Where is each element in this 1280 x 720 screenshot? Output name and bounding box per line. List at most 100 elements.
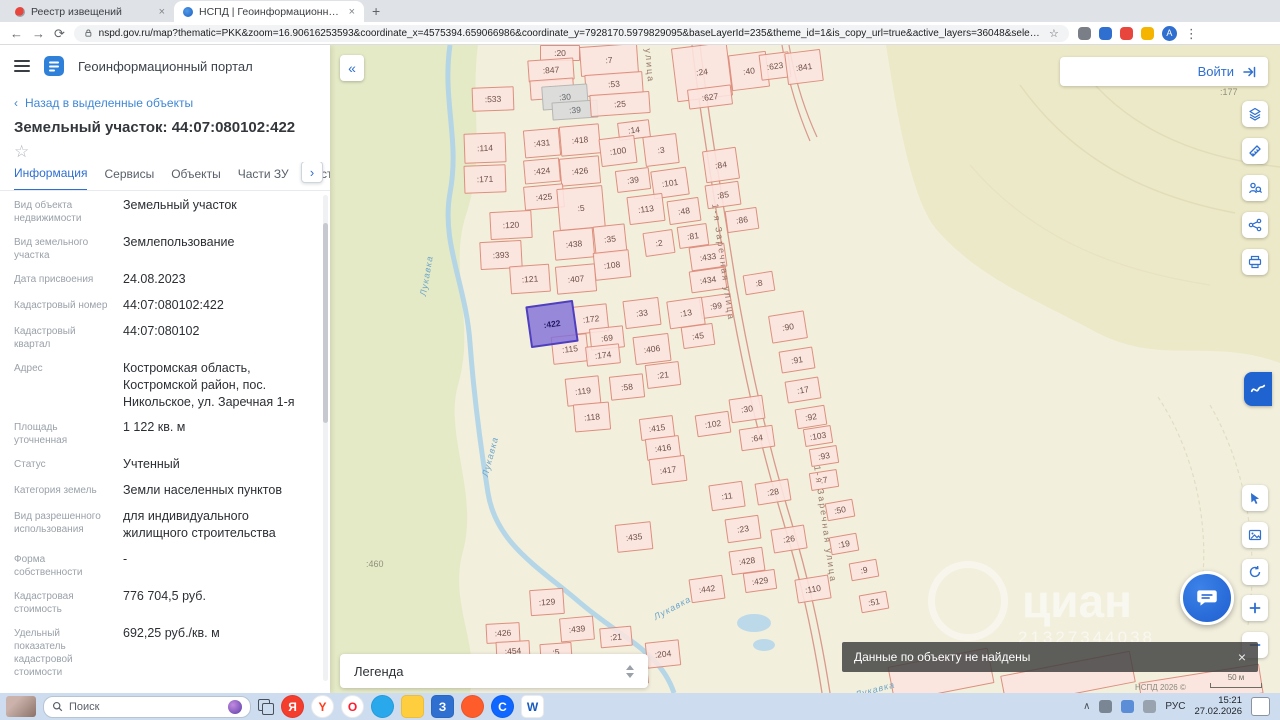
- folder-icon[interactable]: [401, 695, 424, 718]
- selected-parcel-422[interactable]: :422: [525, 299, 579, 349]
- tray-icon[interactable]: [1099, 700, 1113, 713]
- locate-button[interactable]: [1242, 485, 1268, 511]
- login-button[interactable]: Войти: [1060, 57, 1268, 86]
- share-button[interactable]: [1242, 212, 1268, 238]
- new-tab-button[interactable]: +: [372, 3, 380, 19]
- tab-close-icon[interactable]: ×: [349, 6, 355, 18]
- system-tray: ∧ РУС 15:21 27.02.2026: [1083, 694, 1274, 718]
- extension-icon[interactable]: [1119, 26, 1133, 40]
- tab-title: Реестр извещений: [31, 5, 122, 18]
- info-row-value: Земли населенных пунктов: [123, 483, 282, 498]
- url-text: nspd.gov.ru/map?thematic=PKK&zoom=16.906…: [98, 27, 1044, 39]
- info-row-label: Площадь уточненная: [14, 422, 68, 447]
- panel-collapse-button[interactable]: «: [340, 55, 364, 81]
- widgets-button[interactable]: [6, 696, 36, 717]
- taskbar-clock[interactable]: 15:21 27.02.2026: [1194, 694, 1242, 718]
- login-arrow-icon: [1243, 66, 1256, 77]
- favorite-star-icon[interactable]: ☆: [0, 138, 330, 162]
- tray-icon[interactable]: [1121, 700, 1135, 713]
- info-row-value: для индивидуального жилищного строительс…: [123, 509, 276, 540]
- clock-time: 15:21: [1218, 694, 1242, 706]
- info-row: Адрес Костромская область, Костромской ра…: [14, 360, 312, 411]
- yandex-icon[interactable]: Y: [311, 695, 334, 718]
- url-bar: ← → ⟳ nspd.gov.ru/map?thematic=PKK&zoom=…: [0, 22, 1280, 45]
- tab-2[interactable]: Сервисы: [104, 167, 154, 190]
- app-root: Геоинформационный портал ‹ Назад в выдел…: [0, 45, 1280, 693]
- back-icon[interactable]: ←: [10, 27, 23, 40]
- info-row-value: 1 122 кв. м: [123, 420, 186, 435]
- legend-panel[interactable]: Легенда: [340, 654, 648, 688]
- plus-icon: [1249, 602, 1261, 614]
- app-blue-icon[interactable]: З: [431, 695, 454, 718]
- browser-tab-1[interactable]: Реестр извещений ×: [6, 1, 174, 22]
- tabs-more-button[interactable]: ›: [301, 162, 323, 183]
- map-area[interactable]: :20:847:7:21:53:30:39:25:24:40:623:841:6…: [330, 45, 1280, 693]
- forward-icon[interactable]: →: [32, 27, 45, 40]
- tray-expand-icon[interactable]: ∧: [1083, 701, 1090, 712]
- tab-1[interactable]: Информация: [14, 166, 88, 190]
- zoom-in-button[interactable]: [1242, 595, 1268, 621]
- print-button[interactable]: [1242, 249, 1268, 275]
- flame-icon[interactable]: [461, 695, 484, 718]
- tab-4[interactable]: Части ЗУ: [238, 167, 289, 190]
- notification-center-button[interactable]: [1251, 697, 1270, 716]
- object-search-button[interactable]: [1242, 175, 1268, 201]
- reload-icon[interactable]: ⟳: [54, 27, 65, 40]
- cian-icon[interactable]: C: [491, 695, 514, 718]
- refresh-button[interactable]: [1242, 559, 1268, 585]
- refresh-icon: [1249, 565, 1261, 578]
- profile-avatar[interactable]: А: [1161, 25, 1177, 41]
- info-row: Вид разрешенного использования для индиви…: [14, 508, 312, 542]
- info-row-label: Адрес: [14, 362, 43, 374]
- map-toolbar-bottom: [1242, 485, 1268, 585]
- chat-button[interactable]: [1180, 571, 1234, 625]
- legend-toggle[interactable]: [626, 664, 634, 678]
- back-link[interactable]: ‹ Назад в выделенные объекты: [0, 87, 330, 112]
- panel-scrollbar-thumb[interactable]: [323, 223, 328, 423]
- browser-tab-2[interactable]: НСПД | Геоинформационный п ×: [174, 1, 364, 22]
- telegram-icon[interactable]: [371, 695, 394, 718]
- info-row: Статус Учтенный: [14, 456, 312, 473]
- task-view-button[interactable]: [258, 698, 274, 715]
- yandex-browser-icon[interactable]: Я: [281, 695, 304, 718]
- street-label: 1-я Заречная улица: [710, 203, 737, 322]
- opera-icon[interactable]: O: [341, 695, 364, 718]
- info-row-value: 692,25 руб./кв. м: [123, 625, 220, 640]
- tray-icon[interactable]: [1143, 700, 1157, 713]
- scale-bar: 50 м: [1210, 673, 1262, 688]
- basemap-button[interactable]: [1242, 522, 1268, 548]
- word-icon[interactable]: W: [521, 695, 544, 718]
- taskbar-apps: ЯYO З CW: [281, 695, 544, 718]
- info-row-value: 24.08.2023: [123, 272, 186, 286]
- panel-tabs: ИнформацияСервисыОбъектыЧасти ЗУСостав›: [0, 162, 330, 191]
- tab-close-icon[interactable]: ×: [159, 6, 165, 18]
- tab-favicon: [15, 6, 25, 17]
- address-input[interactable]: nspd.gov.ru/map?thematic=PKK&zoom=16.906…: [73, 24, 1069, 42]
- info-row-label: Форма собственности: [14, 553, 83, 578]
- ground-label: :177: [1220, 87, 1238, 97]
- measure-button[interactable]: [1242, 138, 1268, 164]
- info-row: Вид земельного участка Землепользование: [14, 234, 312, 262]
- taskbar-search[interactable]: Поиск: [43, 695, 251, 718]
- draw-panel-button[interactable]: [1244, 372, 1272, 406]
- extension-icon[interactable]: [1098, 26, 1112, 40]
- side-panel: Геоинформационный портал ‹ Назад в выдел…: [0, 45, 330, 693]
- toast-message: Данные по объекту не найдены: [854, 650, 1031, 664]
- extension-icon[interactable]: [1140, 26, 1154, 40]
- tab-3[interactable]: Объекты: [171, 167, 221, 190]
- windows-taskbar: Поиск ЯYO З CW ∧ РУС 15:21 27.02.2026: [0, 693, 1280, 720]
- toast-close-icon[interactable]: ×: [1238, 649, 1246, 665]
- menu-icon[interactable]: [14, 60, 30, 72]
- bookmark-star-icon[interactable]: ☆: [1049, 27, 1059, 40]
- layers-icon: [1249, 107, 1261, 121]
- info-row-value: Землепользование: [123, 235, 235, 249]
- info-row: Кадастровый квартал 44:07:080102: [14, 323, 312, 351]
- extension-icon[interactable]: [1077, 26, 1091, 40]
- search-highlight-icon: [228, 699, 242, 714]
- language-indicator[interactable]: РУС: [1165, 701, 1185, 712]
- info-row-label: Статус: [14, 459, 46, 471]
- browser-menu-icon[interactable]: ⋮: [1185, 27, 1198, 40]
- chat-icon: [1197, 590, 1217, 606]
- back-link-label: Назад в выделенные объекты: [25, 96, 194, 110]
- layers-button[interactable]: [1242, 101, 1268, 127]
